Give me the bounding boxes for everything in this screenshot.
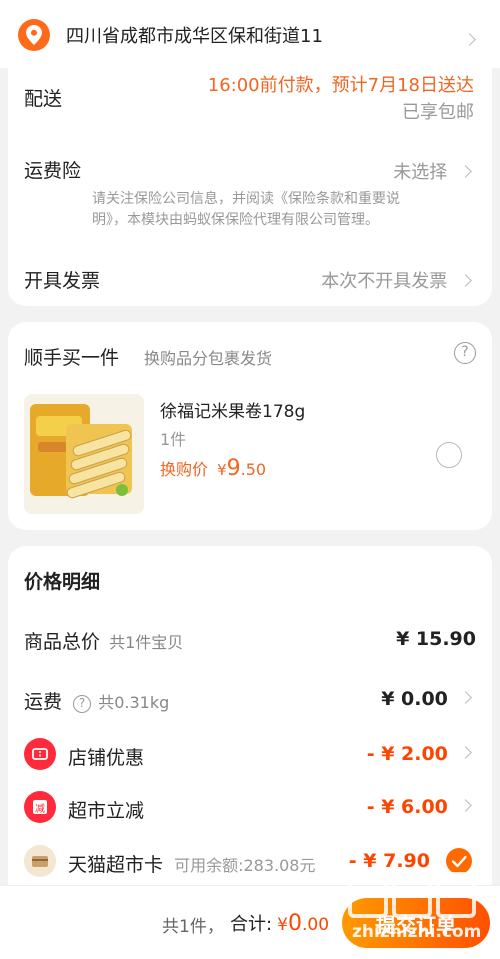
- addon-subtitle: 换购品分包裹发货: [144, 349, 273, 368]
- tmall-card-value: - ¥ 7.90: [348, 850, 430, 872]
- goods-total-row: 商品总价 共1件宝贝: [24, 627, 183, 654]
- help-icon[interactable]: ?: [73, 695, 92, 713]
- total-price: 合计: ¥0.00: [230, 910, 329, 936]
- shipping-value-wrap[interactable]: ¥ 0.00: [381, 688, 472, 710]
- goods-total-sub: 共1件宝贝: [109, 633, 184, 652]
- market-discount-wrap[interactable]: - ¥ 6.00: [366, 796, 472, 818]
- insurance-value: 未选择: [393, 162, 448, 183]
- addon-title: 顺手买一件: [24, 347, 120, 369]
- product-image[interactable]: [24, 394, 144, 514]
- price-currency: ¥: [217, 461, 227, 479]
- addon-select-radio[interactable]: [436, 442, 462, 468]
- goods-total-value: ¥ 15.90: [396, 628, 476, 650]
- product-quantity: 1件: [160, 430, 187, 449]
- location-pin-icon: [18, 19, 50, 51]
- insurance-select[interactable]: 未选择: [393, 158, 472, 184]
- chevron-right-icon: [459, 272, 472, 293]
- insurance-note-line1: 请关注保险公司信息，并阅读《保险条款和重要说: [92, 191, 400, 207]
- chevron-right-icon: [459, 690, 472, 709]
- address-text: 四川省成都市成华区保和街道11: [66, 26, 323, 47]
- tmall-card-row: 天猫超市卡 可用余额:283.08元: [68, 850, 316, 877]
- shop-discount-value: - ¥ 2.00: [366, 743, 448, 765]
- addon-card: 顺手买一件 换购品分包裹发货 ? 徐福记米果卷178g 1件 换购价 ¥9.50: [8, 322, 492, 530]
- market-discount-label: 超市立减: [68, 800, 145, 822]
- tmall-card-label: 天猫超市卡: [68, 854, 164, 876]
- discount-icon: 减: [24, 791, 56, 823]
- price-integer: 9: [226, 456, 241, 481]
- insurance-label: 运费险: [24, 160, 82, 182]
- card-icon: [24, 845, 56, 877]
- shop-discount-wrap[interactable]: - ¥ 2.00: [366, 743, 472, 765]
- delivery-time: 16:00前付款，预计7月18日送达: [207, 75, 474, 96]
- item-count: 共1件，: [162, 917, 224, 937]
- bottom-bar: 共1件， 合计: ¥0.00 提交订单: [0, 885, 500, 959]
- goods-total-label: 商品总价: [24, 631, 101, 653]
- shipping-label: 运费: [24, 691, 63, 713]
- chevron-right-icon: [459, 745, 472, 764]
- shop-discount-label: 店铺优惠: [68, 747, 145, 769]
- total-integer: 0: [288, 911, 302, 936]
- total-currency: ¥: [277, 915, 288, 935]
- price-decimal: .50: [240, 460, 267, 479]
- help-icon[interactable]: ?: [454, 342, 476, 364]
- price-label: 换购价: [160, 460, 209, 479]
- checkmark-icon[interactable]: [446, 848, 472, 874]
- insurance-note: 请关注保险公司信息，并阅读《保险条款和重要说 明》，本模块由蚂蚁保保险代理有限公…: [92, 189, 400, 231]
- product-name: 徐福记米果卷178g: [160, 402, 306, 422]
- product-price: 换购价 ¥9.50: [160, 456, 266, 481]
- chevron-right-icon: [459, 798, 472, 817]
- submit-order-button[interactable]: 提交订单: [342, 898, 490, 948]
- total-decimal: .00: [302, 915, 330, 935]
- market-discount-value: - ¥ 6.00: [366, 796, 448, 818]
- shipping-value: ¥ 0.00: [381, 688, 448, 710]
- chevron-right-icon: [463, 29, 476, 48]
- price-detail-title: 价格明细: [24, 571, 101, 593]
- free-shipping-text: 已享包邮: [402, 102, 474, 123]
- price-detail-card: 价格明细 商品总价 共1件宝贝 ¥ 15.90 运费 ? 共0.31kg ¥ 0…: [8, 546, 492, 906]
- insurance-note-line2: 明》，本模块由蚂蚁保保险代理有限公司管理。: [92, 212, 379, 228]
- invoice-value: 本次不开具发票: [321, 271, 448, 292]
- invoice-select[interactable]: 本次不开具发票: [321, 267, 472, 293]
- shipping-weight: 共0.31kg: [98, 693, 170, 712]
- svg-text:减: 减: [35, 803, 45, 815]
- total-label: 合计:: [230, 914, 273, 935]
- tmall-card-balance: 可用余额:283.08元: [174, 856, 316, 875]
- coupon-icon: [24, 738, 56, 770]
- shipping-row[interactable]: 运费 ? 共0.31kg: [24, 687, 169, 714]
- chevron-right-icon: [459, 163, 472, 184]
- delivery-label: 配送: [24, 88, 63, 110]
- invoice-label: 开具发票: [24, 270, 101, 292]
- order-options-card: 配送 16:00前付款，预计7月18日送达 已享包邮 运费险 未选择 请关注保险…: [8, 58, 492, 306]
